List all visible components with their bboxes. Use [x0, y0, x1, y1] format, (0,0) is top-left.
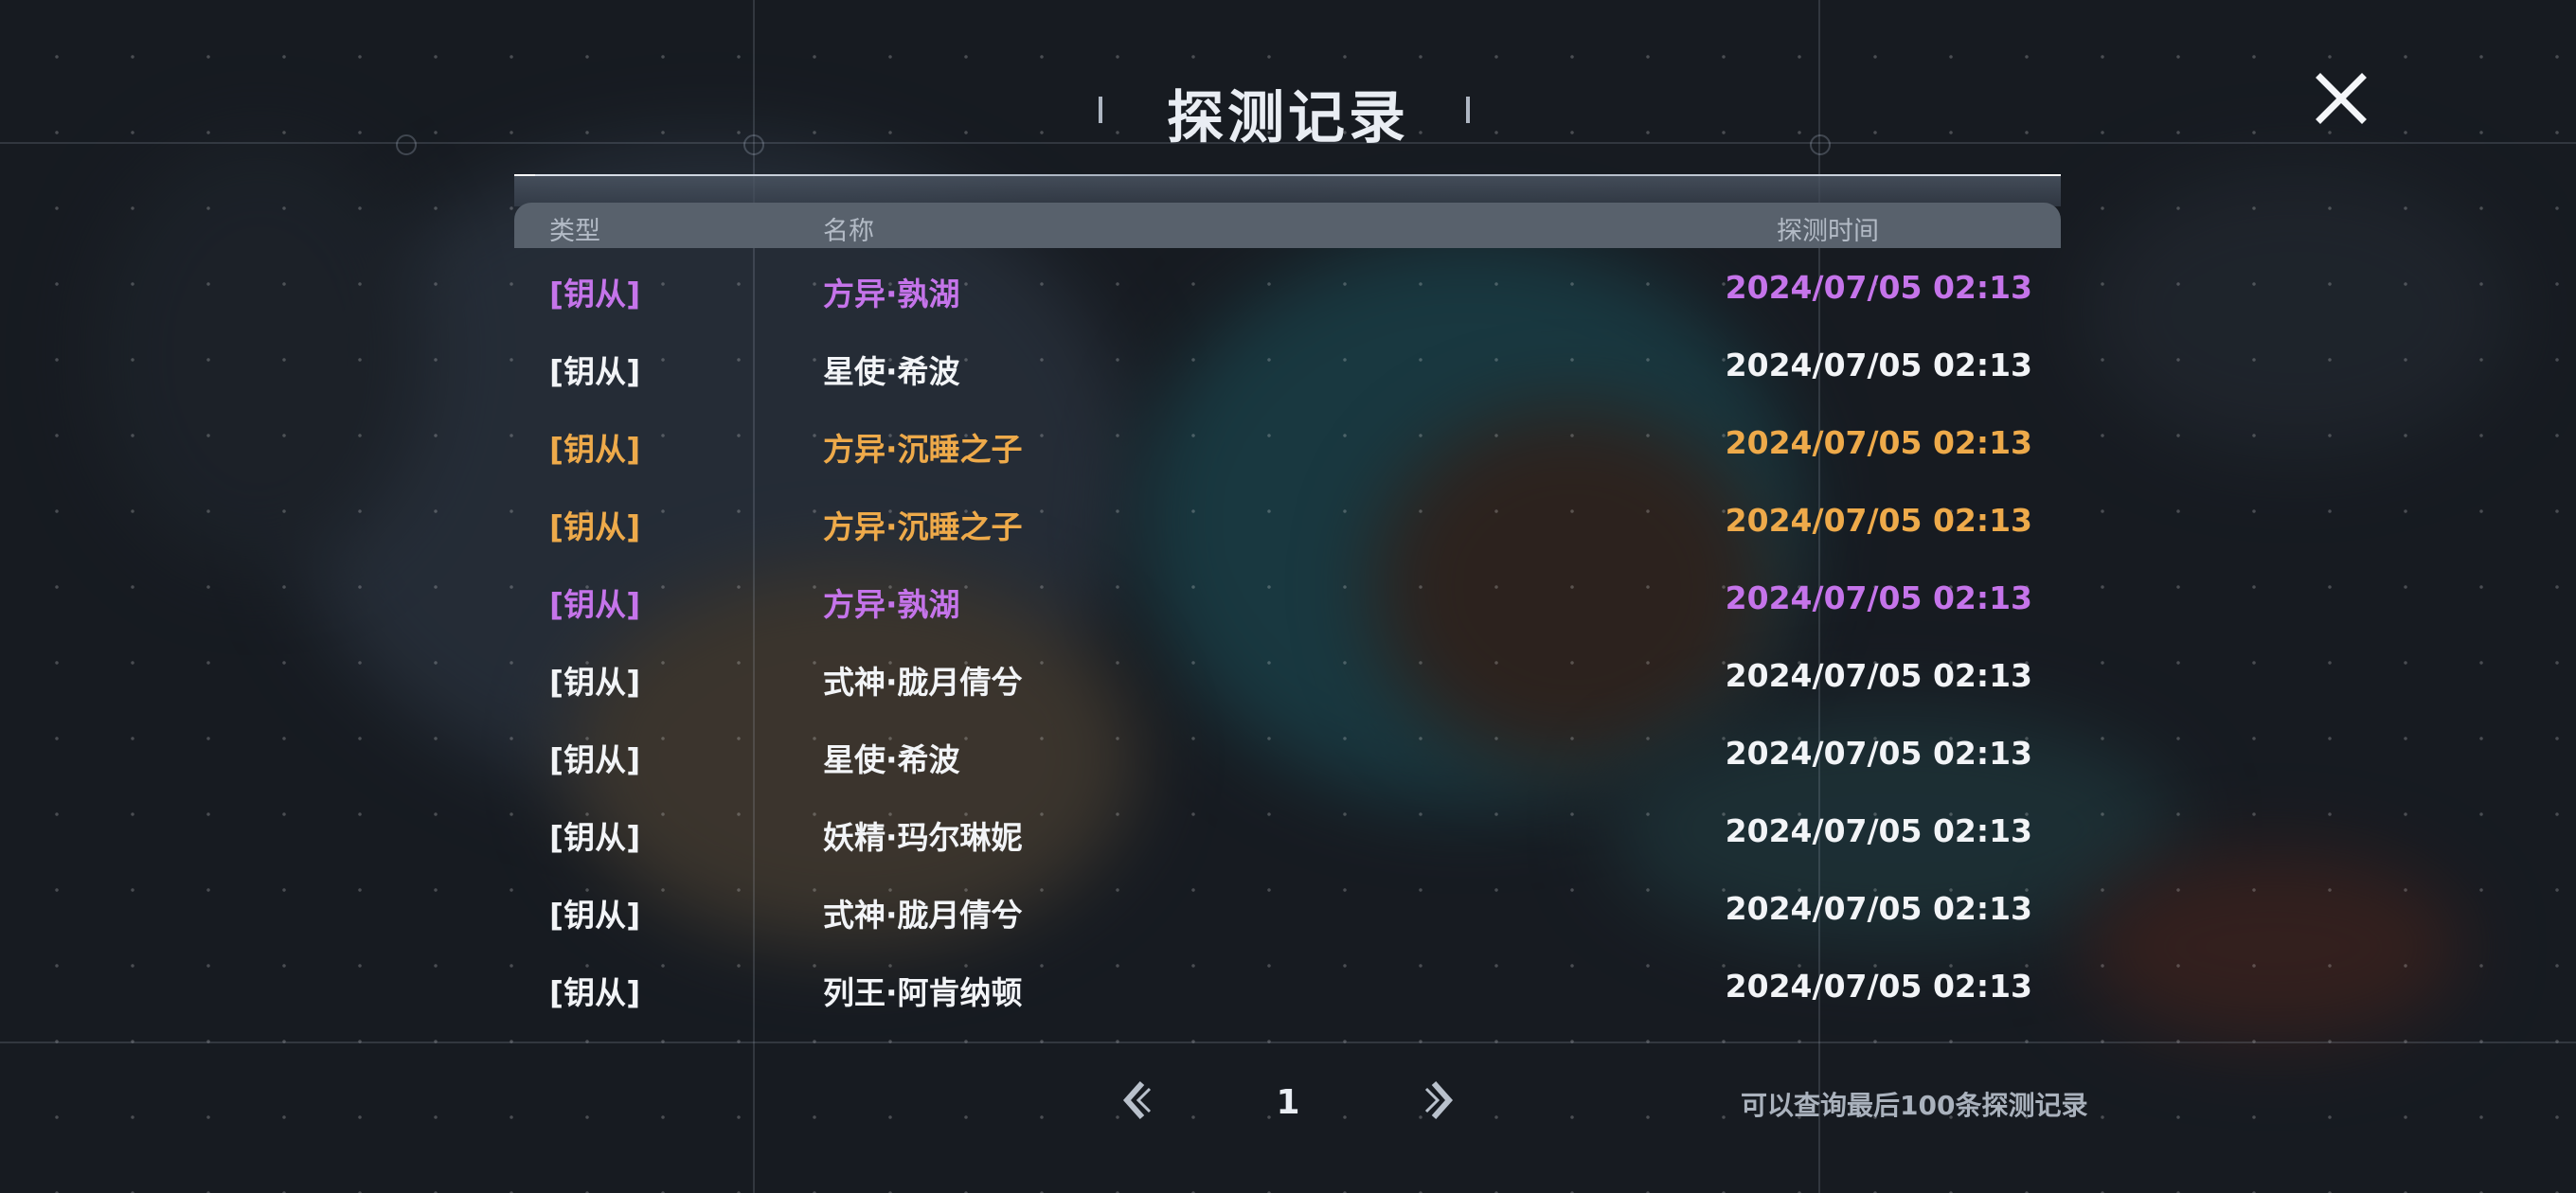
row-type: [钥从]: [549, 431, 641, 468]
table-header: 类型 名称 探测时间: [514, 203, 2061, 248]
row-time: 2024/07/05 02:13: [1725, 968, 2032, 1005]
row-type: [钥从]: [549, 664, 641, 701]
table-row: [钥从] 式神·胧月倩兮 2024/07/05 02:13: [514, 638, 2061, 716]
row-type: [钥从]: [549, 586, 641, 623]
table-row: [钥从] 星使·希波 2024/07/05 02:13: [514, 328, 2061, 405]
row-name: 式神·胧月倩兮: [823, 664, 1023, 701]
row-name: 方异·沉睡之子: [823, 431, 1023, 468]
row-time: 2024/07/05 02:13: [1725, 890, 2032, 927]
table-row: [钥从] 式神·胧月倩兮 2024/07/05 02:13: [514, 871, 2061, 949]
row-name: 妖精·玛尔琳妮: [823, 819, 1023, 856]
row-type: [钥从]: [549, 508, 641, 545]
row-time: 2024/07/05 02:13: [1725, 812, 2032, 849]
row-time: 2024/07/05 02:13: [1725, 657, 2032, 694]
chevron-left-icon: [1122, 1081, 1152, 1119]
table-row: [钥从] 列王·阿肯纳顿 2024/07/05 02:13: [514, 949, 2061, 1026]
row-type: [钥从]: [549, 819, 641, 856]
row-type: [钥从]: [549, 276, 641, 312]
row-type: [钥从]: [549, 897, 641, 934]
table-body: [钥从] 方异·孰湖 2024/07/05 02:13 [钥从] 星使·希波 2…: [514, 250, 2061, 1026]
row-time: 2024/07/05 02:13: [1725, 269, 2032, 306]
panel-tick-right: [2040, 174, 2061, 176]
header-name: 名称: [823, 217, 874, 246]
chevron-right-icon: [1424, 1081, 1454, 1119]
panel-tick-left: [514, 174, 535, 176]
close-icon: [2316, 73, 2367, 124]
header-type: 类型: [549, 217, 600, 246]
row-time: 2024/07/05 02:13: [1725, 735, 2032, 772]
page-title: 探测记录: [1167, 85, 1409, 151]
row-time: 2024/07/05 02:13: [1725, 502, 2032, 539]
title-area: 探测记录: [1099, 66, 1477, 151]
row-name: 星使·希波: [823, 741, 960, 778]
row-name: 式神·胧月倩兮: [823, 897, 1023, 934]
table-row: [钥从] 方异·沉睡之子 2024/07/05 02:13: [514, 483, 2061, 561]
row-name: 方异·沉睡之子: [823, 508, 1023, 545]
row-name: 方异·孰湖: [823, 586, 960, 623]
row-type: [钥从]: [549, 741, 641, 778]
row-time: 2024/07/05 02:13: [1725, 424, 2032, 461]
header-time: 探测时间: [1777, 217, 1879, 246]
row-name: 方异·孰湖: [823, 276, 960, 312]
table-row: [钥从] 方异·孰湖 2024/07/05 02:13: [514, 250, 2061, 328]
row-name: 星使·希波: [823, 353, 960, 390]
row-time: 2024/07/05 02:13: [1725, 347, 2032, 383]
title-right-bar: [1466, 97, 1470, 123]
table-row: [钥从] 方异·沉睡之子 2024/07/05 02:13: [514, 405, 2061, 483]
next-page-button[interactable]: [1421, 1077, 1458, 1123]
page-number: 1: [1276, 1083, 1300, 1122]
panel-top-line: [514, 174, 2061, 176]
table-row: [钥从] 星使·希波 2024/07/05 02:13: [514, 716, 2061, 793]
table-row: [钥从] 妖精·玛尔琳妮 2024/07/05 02:13: [514, 793, 2061, 871]
row-type: [钥从]: [549, 974, 641, 1011]
record-table: 类型 名称 探测时间 [钥从] 方异·孰湖 2024/07/05 02:13 […: [514, 174, 2061, 1011]
row-type: [钥从]: [549, 353, 641, 390]
record-limit-hint: 可以查询最后100条探测记录: [1741, 1090, 2088, 1121]
row-time: 2024/07/05 02:13: [1725, 579, 2032, 616]
close-button[interactable]: [2311, 68, 2371, 129]
table-row: [钥从] 方异·孰湖 2024/07/05 02:13: [514, 561, 2061, 638]
prev-page-button[interactable]: [1118, 1077, 1155, 1123]
row-name: 列王·阿肯纳顿: [823, 974, 1023, 1011]
